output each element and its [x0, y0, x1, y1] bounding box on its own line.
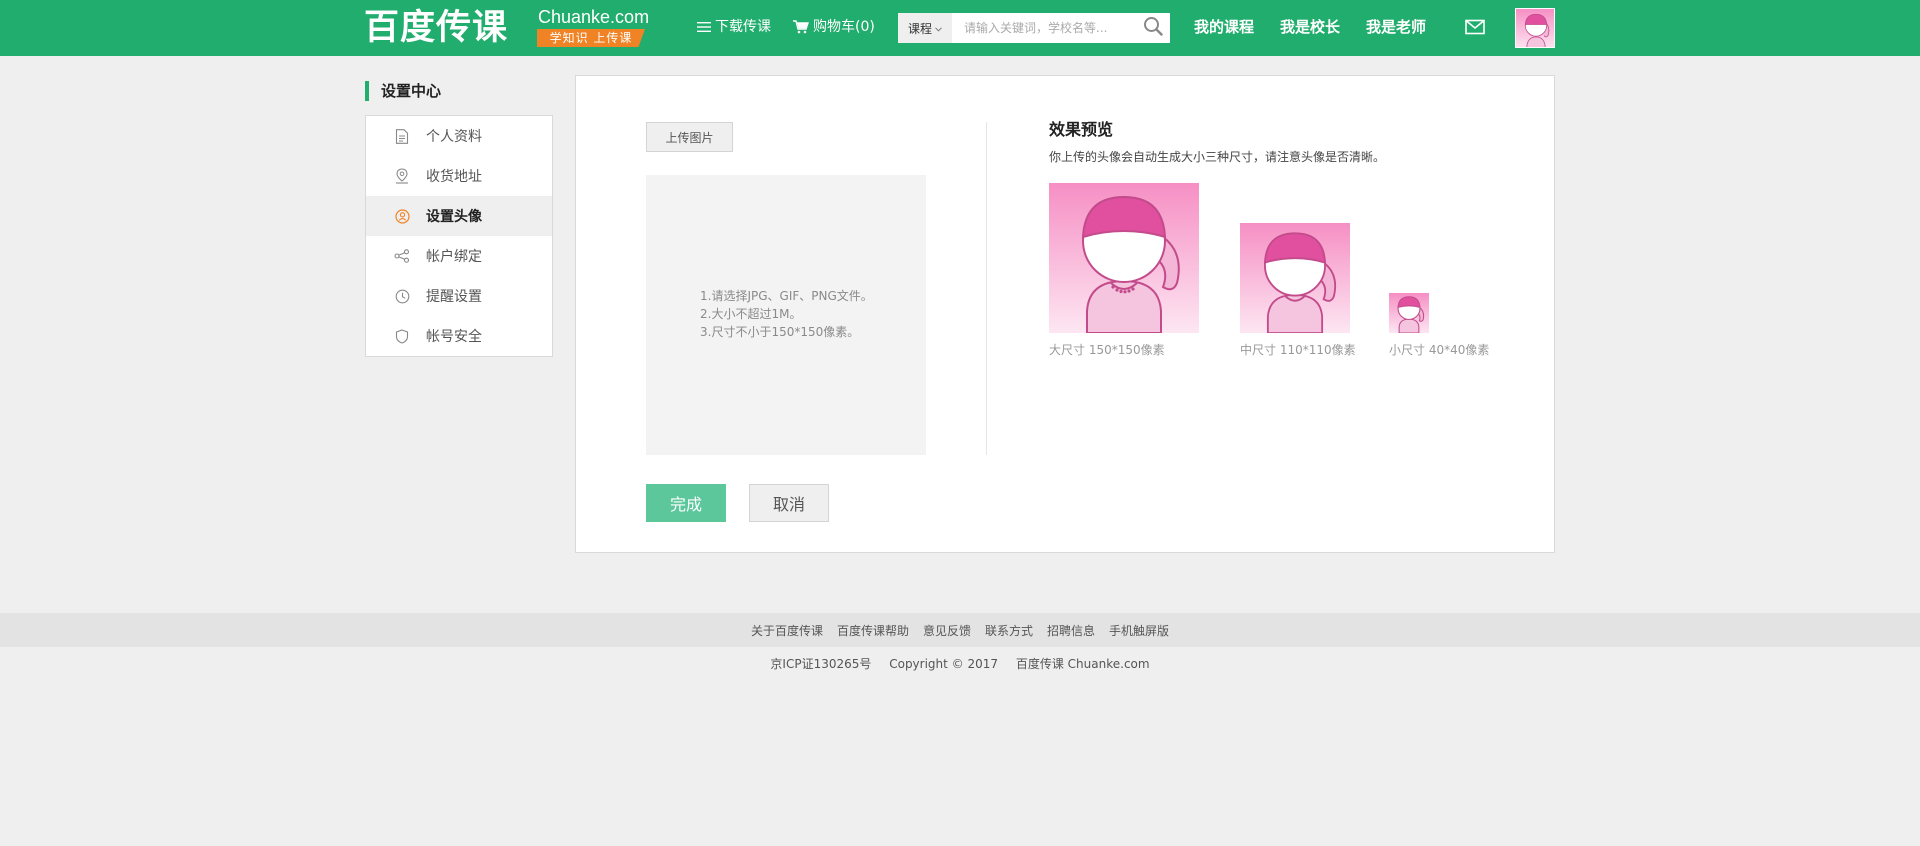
- sidebar-item-label: 帐户绑定: [426, 249, 482, 265]
- confirm-button[interactable]: 完成: [646, 484, 726, 522]
- sidebar-item-label: 设置头像: [426, 209, 482, 225]
- copyright-text: Copyright © 2017: [889, 657, 999, 671]
- preview-title: 效果预览: [1049, 120, 1114, 139]
- menu-icon: [697, 21, 711, 33]
- search-type-label: 课程: [907, 21, 932, 36]
- sidebar-item-label: 提醒设置: [426, 289, 482, 305]
- sidebar-item-binding[interactable]: 帐户绑定: [366, 236, 552, 276]
- footer-link-help[interactable]: 百度传课帮助: [837, 622, 909, 639]
- user-avatar[interactable]: [1515, 8, 1555, 48]
- cancel-button[interactable]: 取消: [749, 484, 829, 522]
- sidebar-item-label: 个人资料: [426, 129, 482, 145]
- avatar-settings-panel: 上传图片 1.请选择JPG、GIF、PNG文件。 2.大小不超过1M。 3.尺寸…: [575, 75, 1555, 553]
- footer-link-mobile[interactable]: 手机触屏版: [1109, 622, 1169, 639]
- nav-teacher[interactable]: 我是老师: [1366, 16, 1426, 38]
- search-button[interactable]: [1136, 13, 1170, 43]
- footer-link-jobs[interactable]: 招聘信息: [1047, 622, 1095, 639]
- cart-label: 购物车(0): [813, 19, 875, 35]
- upload-tips: 1.请选择JPG、GIF、PNG文件。 2.大小不超过1M。 3.尺寸不小于15…: [700, 287, 873, 341]
- avatar-image: [1049, 183, 1199, 333]
- preview-medium-label: 中尺寸 110*110像素: [1240, 343, 1356, 357]
- tip-dimension: 3.尺寸不小于150*150像素。: [700, 325, 860, 339]
- icp-number[interactable]: 京ICP证130265号: [770, 657, 871, 671]
- search-icon: [1143, 16, 1163, 40]
- search-type-select[interactable]: 课程: [898, 13, 952, 43]
- top-header: 百度传课 Chuanke.com 学知识 上传课 下载传课 购物车(0) 课程 …: [0, 0, 1920, 56]
- settings-center-title: 设置中心: [365, 81, 441, 101]
- logo-slogan: 学知识 上传课: [537, 29, 645, 47]
- clock-icon: [394, 288, 410, 304]
- footer-links: 关于百度传课 百度传课帮助 意见反馈 联系方式 招聘信息 手机触屏版: [0, 613, 1920, 647]
- avatar-preview-medium: [1240, 223, 1350, 333]
- preview-small-label: 小尺寸 40*40像素: [1389, 343, 1490, 357]
- tip-size: 2.大小不超过1M。: [700, 307, 802, 321]
- sidebar-item-label: 收货地址: [426, 169, 482, 185]
- avatar-circle-icon: [394, 208, 410, 224]
- preview-large-label: 大尺寸 150*150像素: [1049, 343, 1165, 357]
- chevron-down-icon: [935, 21, 942, 35]
- search-input[interactable]: [952, 13, 1136, 43]
- download-link[interactable]: 下载传课: [697, 17, 771, 37]
- download-label: 下载传课: [715, 19, 771, 35]
- nav-principal[interactable]: 我是校长: [1280, 16, 1340, 38]
- nav-my-courses[interactable]: 我的课程: [1194, 16, 1254, 38]
- footer-link-contact[interactable]: 联系方式: [985, 622, 1033, 639]
- mail-icon[interactable]: [1465, 19, 1485, 39]
- tip-format: 1.请选择JPG、GIF、PNG文件。: [700, 289, 873, 303]
- settings-sidebar: 个人资料 收货地址 设置头像 帐户绑定 提醒设置 帐号安全: [365, 115, 553, 357]
- sidebar-item-address[interactable]: 收货地址: [366, 156, 552, 196]
- sidebar-item-label: 帐号安全: [426, 329, 482, 345]
- search-box: 课程: [898, 13, 1170, 43]
- footer-link-feedback[interactable]: 意见反馈: [923, 622, 971, 639]
- avatar-image: [1389, 293, 1429, 333]
- shield-icon: [394, 328, 410, 344]
- cart-icon: [793, 20, 809, 34]
- avatar-preview-large: [1049, 183, 1199, 333]
- footer-brand: 百度传课 Chuanke.com: [1015, 657, 1150, 671]
- sidebar-item-avatar[interactable]: 设置头像: [366, 196, 552, 236]
- location-pin-icon: [394, 168, 410, 184]
- logo-domain[interactable]: Chuanke.com: [538, 7, 649, 27]
- upload-drop-area[interactable]: 1.请选择JPG、GIF、PNG文件。 2.大小不超过1M。 3.尺寸不小于15…: [646, 175, 926, 455]
- avatar-image: [1240, 223, 1350, 333]
- preview-description: 你上传的头像会自动生成大小三种尺寸，请注意头像是否清晰。: [1049, 150, 1386, 164]
- share-link-icon: [394, 248, 410, 264]
- upload-image-button[interactable]: 上传图片: [646, 122, 733, 152]
- cart-link[interactable]: 购物车(0): [793, 17, 875, 37]
- sidebar-item-profile[interactable]: 个人资料: [366, 116, 552, 156]
- footer-link-about[interactable]: 关于百度传课: [751, 622, 823, 639]
- avatar-image: [1516, 9, 1554, 47]
- avatar-preview-small: [1389, 293, 1429, 333]
- vertical-divider: [986, 122, 987, 455]
- sidebar-item-reminder[interactable]: 提醒设置: [366, 276, 552, 316]
- logo-title[interactable]: 百度传课: [364, 6, 508, 50]
- sidebar-item-security[interactable]: 帐号安全: [366, 316, 552, 356]
- document-icon: [394, 128, 410, 144]
- footer-copyright: 京ICP证130265号 Copyright © 2017 百度传课 Chuan…: [0, 655, 1920, 673]
